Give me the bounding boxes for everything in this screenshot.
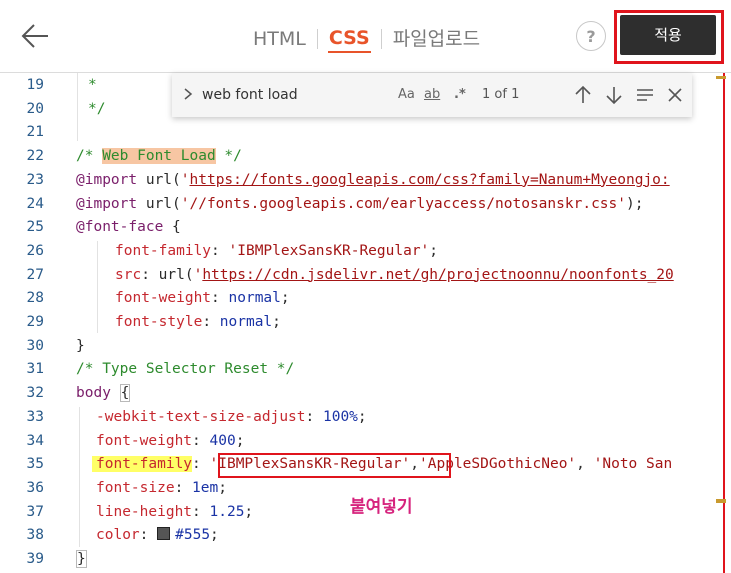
matching-brace: { <box>119 384 131 403</box>
top-bar: HTML CSS 파일업로드 ? 적용 <box>0 0 731 73</box>
previous-match-arrow-up-icon[interactable] <box>570 82 596 108</box>
code-line-20: */ <box>88 100 106 117</box>
tab-divider <box>316 29 318 49</box>
arrow-left-icon[interactable] <box>18 18 54 54</box>
code-line-19: * <box>88 77 97 93</box>
code-line-34: font-weight: 400; <box>96 432 245 449</box>
code-line-32: body { <box>76 384 131 403</box>
paste-annotation: 붙여넣기 <box>350 497 413 517</box>
code-editor[interactable]: 19 20 21 22 23 24 25 26 27 28 29 30 31 3… <box>0 73 731 573</box>
line-number: 27 <box>26 266 44 283</box>
paste-target-highlight-box <box>218 453 451 478</box>
match-whole-word-button[interactable]: ab <box>424 84 440 106</box>
search-match-highlight: Web Font Load <box>102 148 216 165</box>
code-url-link: https://fonts.googleapis.com/css?family=… <box>189 171 670 188</box>
line-number: 29 <box>26 314 44 330</box>
line-number: 39 <box>26 551 44 567</box>
tab-divider <box>380 29 382 49</box>
find-in-selection-icon[interactable] <box>632 82 658 108</box>
editor-tabs: HTML CSS 파일업로드 <box>252 24 481 54</box>
scrollbar-marker <box>716 499 726 503</box>
line-number: 37 <box>26 503 44 520</box>
line-number: 34 <box>26 432 44 449</box>
code-line-37: line-height: 1.25; <box>96 503 254 520</box>
line-number: 36 <box>26 479 44 496</box>
code-line-31: /* Type Selector Reset */ <box>76 361 295 378</box>
code-line-26: font-family: 'IBMPlexSansKR-Regular'; <box>115 242 439 259</box>
tab-file-upload[interactable]: 파일업로드 <box>392 25 481 53</box>
code-line-39: } <box>76 547 87 571</box>
match-case-button[interactable]: Aa <box>398 84 415 106</box>
matching-brace: } <box>76 550 87 568</box>
code-line-27: src: url('https://cdn.jsdelivr.net/gh/pr… <box>115 266 674 283</box>
code-line-30: } <box>76 337 85 354</box>
line-number: 33 <box>26 408 44 425</box>
code-line-28: font-weight: normal; <box>115 290 290 307</box>
code-line-24: @import url('//fonts.googleapis.com/earl… <box>76 195 644 212</box>
code-line-33: -webkit-text-size-adjust: 100%; <box>96 408 367 425</box>
match-count: 1 of 1 <box>482 87 520 102</box>
code-line-22: /* Web Font Load */ <box>76 148 242 165</box>
line-number: 21 <box>26 124 44 141</box>
line-number: 23 <box>26 171 44 188</box>
help-button[interactable]: ? <box>576 21 606 51</box>
toggle-replace-chevron-icon[interactable] <box>180 84 196 104</box>
line-number: 35 <box>26 456 44 473</box>
tab-css[interactable]: CSS <box>327 25 371 53</box>
apply-button[interactable]: 적용 <box>620 15 716 55</box>
line-number: 25 <box>26 219 44 236</box>
tab-html[interactable]: HTML <box>252 25 307 53</box>
line-number: 31 <box>26 361 44 378</box>
line-number: 38 <box>26 527 44 544</box>
line-number: 30 <box>26 337 44 354</box>
line-number: 24 <box>26 195 44 212</box>
indent-guide <box>79 407 80 547</box>
line-number: 32 <box>26 385 44 402</box>
find-widget: Aa ab .* 1 of 1 <box>172 73 692 117</box>
apply-highlight-box-edge <box>723 73 725 573</box>
line-number: 22 <box>26 148 44 165</box>
line-number: 20 <box>26 100 44 117</box>
code-line-29: font-style: normal; <box>115 314 281 330</box>
code-url-link: https://cdn.jsdelivr.net/gh/projectnoonn… <box>202 266 674 283</box>
code-line-38: color: #555; <box>96 527 219 544</box>
indent-guide <box>77 73 78 141</box>
line-number: 26 <box>26 242 44 259</box>
close-find-icon[interactable] <box>662 82 688 108</box>
scrollbar-marker <box>716 76 726 79</box>
code-line-36: font-size: 1em; <box>96 479 227 496</box>
current-line-highlight: font-family <box>92 456 193 473</box>
color-swatch-icon[interactable] <box>157 527 171 541</box>
line-number: 28 <box>26 290 44 307</box>
line-number: 19 <box>26 77 44 93</box>
indent-guide <box>97 241 98 333</box>
code-line-25: @font-face { <box>76 219 181 236</box>
line-number-gutter: 19 20 21 22 23 24 25 26 27 28 29 30 31 3… <box>0 73 56 573</box>
next-match-arrow-down-icon[interactable] <box>601 82 627 108</box>
use-regex-button[interactable]: .* <box>454 84 466 106</box>
code-line-23: @import url('https://fonts.googleapis.co… <box>76 171 670 188</box>
